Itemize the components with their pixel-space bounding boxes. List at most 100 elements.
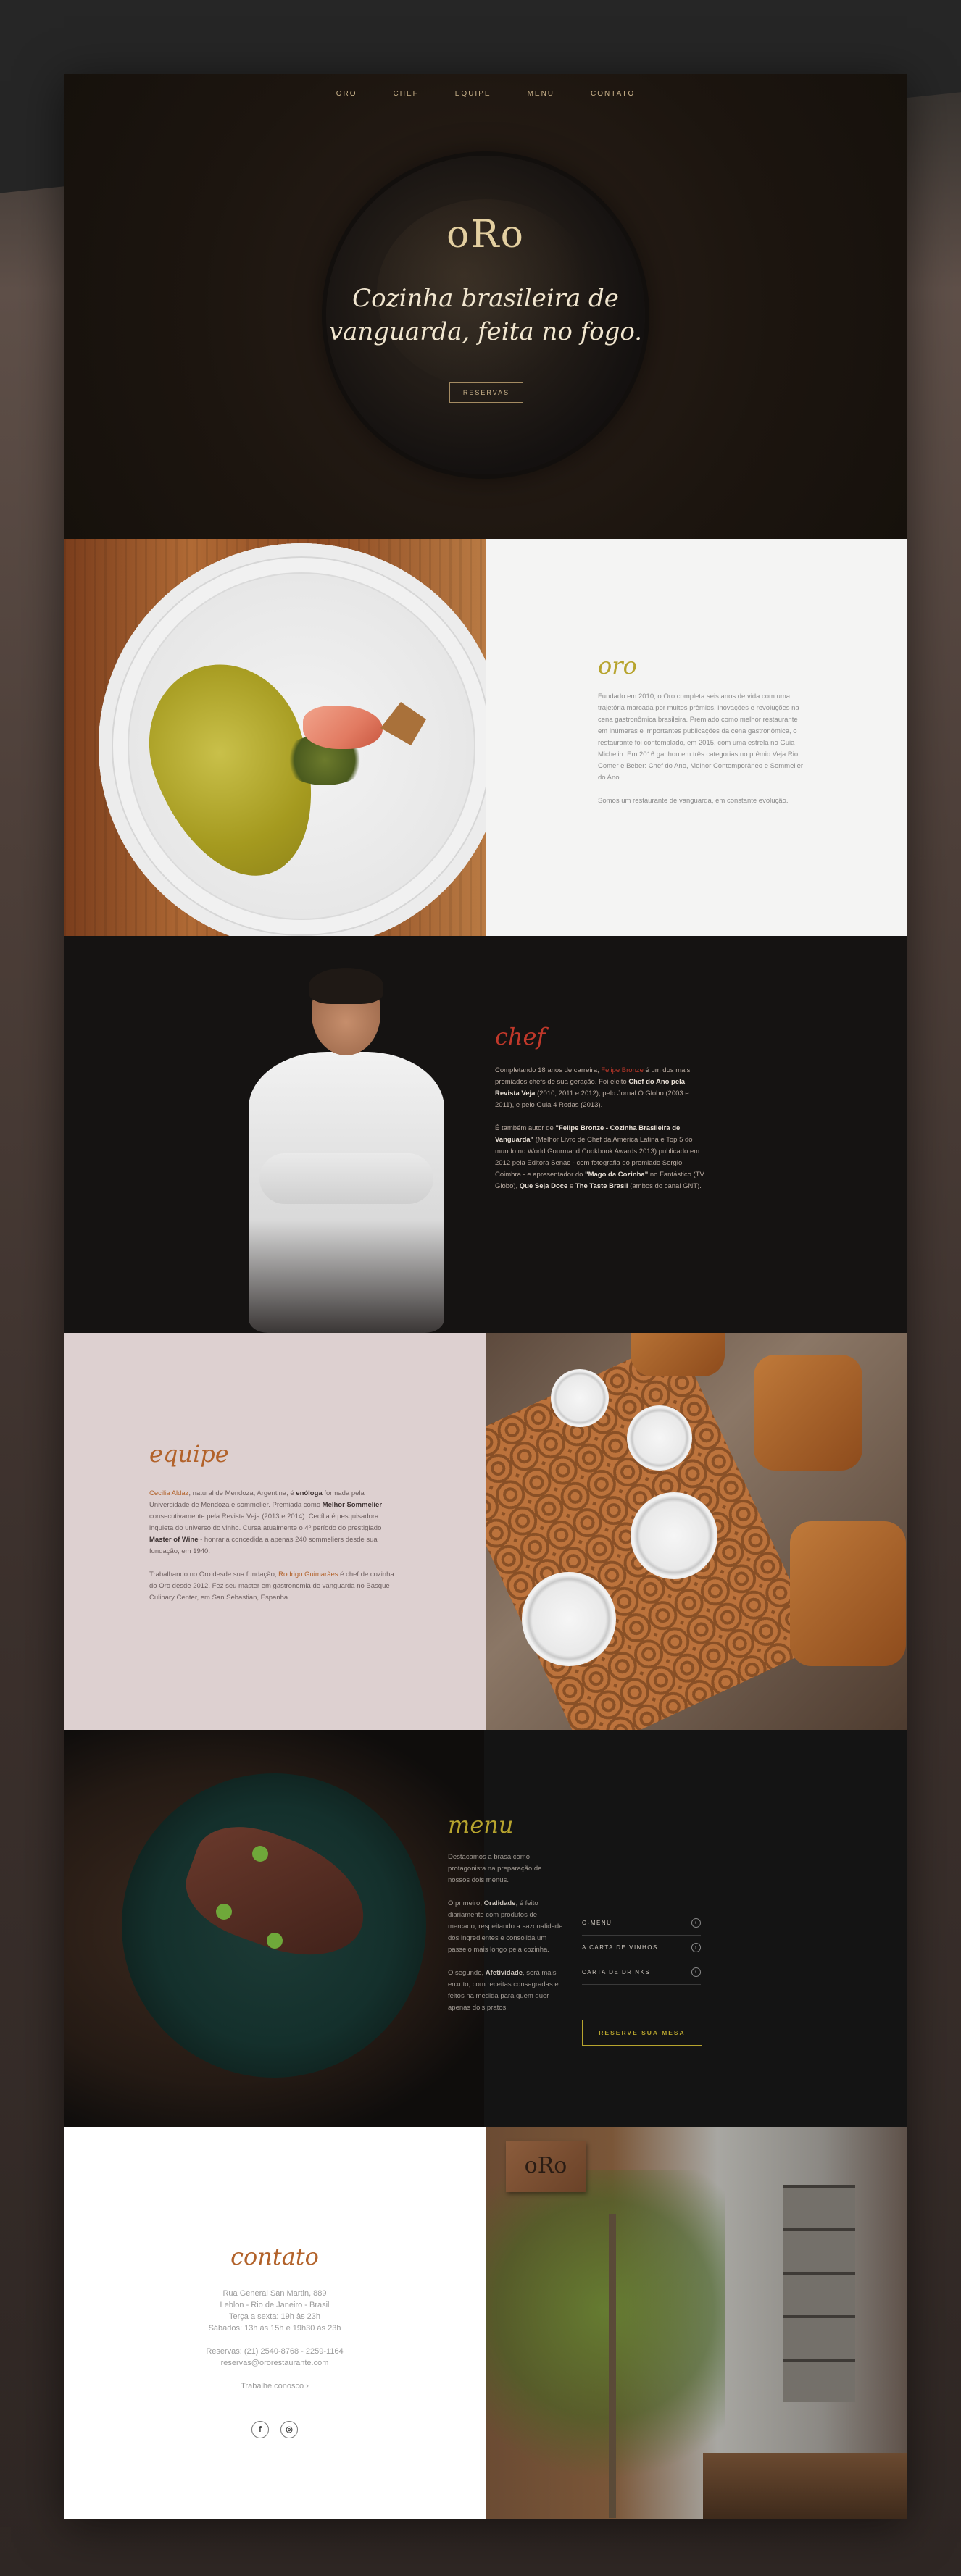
nav-chef[interactable]: CHEF xyxy=(394,90,419,98)
nav-menu[interactable]: MENU xyxy=(528,90,554,98)
text-bold: The Taste Brasil xyxy=(575,1182,628,1190)
drinks-list-link[interactable]: CARTA DE DRINKS › xyxy=(582,1960,701,1985)
menu-link-label: CARTA DE DRINKS xyxy=(582,1969,651,1975)
nav-equipe[interactable]: EQUIPE xyxy=(455,90,491,98)
text: É também autor de xyxy=(495,1124,556,1132)
text-bold: Oralidade xyxy=(483,1899,516,1907)
nav-contato[interactable]: CONTATO xyxy=(591,90,635,98)
dining-table-photo xyxy=(486,1333,907,1730)
text-bold: Master of Wine xyxy=(149,1536,199,1544)
leather-chair xyxy=(790,1521,906,1666)
oro-body: Fundado em 2010, o Oro completa seis ano… xyxy=(598,691,808,819)
text: (ambos do canal GNT). xyxy=(628,1182,702,1190)
equipe-section: equipe Cecilia Aldaz, natural de Mendoza… xyxy=(64,1333,907,1730)
text: O primeiro, xyxy=(448,1899,484,1907)
chef-hair xyxy=(309,968,383,1004)
table-plate xyxy=(631,1492,717,1579)
wooden-floor xyxy=(703,2453,907,2519)
leather-chair xyxy=(754,1355,862,1471)
arrow-circle-icon: › xyxy=(691,1918,701,1928)
chef-section: chef Completando 18 anos de carreira, Fe… xyxy=(64,936,907,1333)
email-link[interactable]: reservas@ororestaurante.com xyxy=(64,2357,486,2369)
tree-foliage xyxy=(486,2170,725,2519)
arrow-circle-icon: › xyxy=(691,1967,701,1977)
menu-dish-photo xyxy=(64,1730,484,2127)
o-menu-link[interactable]: O-MENU › xyxy=(582,1911,701,1936)
chef-title: chef xyxy=(495,1023,546,1050)
equipe-body: Cecilia Aldaz, natural de Mendoza, Argen… xyxy=(149,1488,403,1615)
facebook-icon[interactable]: f xyxy=(251,2421,269,2438)
text: Trabalhando no Oro desde sua fundação, xyxy=(149,1571,279,1578)
top-nav: ORO CHEF EQUIPE MENU CONTATO xyxy=(64,90,907,98)
chef-portrait xyxy=(238,968,455,1333)
chef-paragraph-1: Completando 18 anos de carreira, Felipe … xyxy=(495,1065,705,1111)
restaurant-entrance-photo: oRo xyxy=(486,2127,907,2519)
oro-paragraph-1: Fundado em 2010, o Oro completa seis ano… xyxy=(598,693,804,782)
equipe-text-panel: equipe Cecilia Aldaz, natural de Mendoza… xyxy=(64,1333,486,1730)
menu-link-label: A CARTA DE VINHOS xyxy=(582,1944,658,1951)
menu-paragraph-2: O primeiro, Oralidade, é feito diariamen… xyxy=(448,1898,564,1956)
website-mockup: ORO CHEF EQUIPE MENU CONTATO oRo Cozinha… xyxy=(64,74,907,2519)
restaurant-sign: oRo xyxy=(506,2141,586,2192)
menu-link-label: O-MENU xyxy=(582,1920,612,1926)
hero-tagline: Cozinha brasileira de vanguarda, feita n… xyxy=(64,282,907,348)
sign-logo: oRo xyxy=(524,2153,567,2178)
table-plate xyxy=(551,1369,609,1427)
text-bold: Afetividade xyxy=(485,1969,523,1977)
nav-oro[interactable]: ORO xyxy=(336,90,357,98)
chef-body: Completando 18 anos de carreira, Felipe … xyxy=(495,1065,705,1204)
wine-list-link[interactable]: A CARTA DE VINHOS › xyxy=(582,1936,701,1960)
hero-logo: oRo xyxy=(446,213,525,256)
oro-dish-photo xyxy=(64,539,486,936)
text: Completando 18 anos de carreira, xyxy=(495,1066,602,1074)
work-with-us-link[interactable]: Trabalhe conosco › xyxy=(64,2380,486,2392)
text-bold: Melhor Sommelier xyxy=(322,1501,383,1509)
oro-section: oro Fundado em 2010, o Oro completa seis… xyxy=(64,539,907,936)
text-bold: Que Seja Doce xyxy=(519,1182,568,1190)
reserve-table-button[interactable]: RESERVE SUA MESA xyxy=(582,2020,702,2046)
text: e xyxy=(567,1182,575,1190)
pea-garnish xyxy=(216,1904,232,1920)
equipe-paragraph-1: Cecilia Aldaz, natural de Mendoza, Argen… xyxy=(149,1488,403,1557)
oro-paragraph-2: Somos um restaurante de vanguarda, em co… xyxy=(598,797,789,805)
tagline-line-1: Cozinha brasileira de xyxy=(352,284,619,313)
chef-arms xyxy=(259,1153,433,1204)
hours-line-2: Sábados: 13h às 15h e 19h30 às 23h xyxy=(208,2324,341,2333)
menu-title: menu xyxy=(448,1811,514,1839)
contact-details: Rua General San Martin, 889 Leblon - Rio… xyxy=(64,2288,486,2392)
tagline-line-2: vanguarda, feita no fogo. xyxy=(328,317,643,346)
chef-paragraph-2: É também autor de "Felipe Bronze - Cozin… xyxy=(495,1123,705,1192)
menu-links-list: O-MENU › A CARTA DE VINHOS › CARTA DE DRIN… xyxy=(582,1911,701,1985)
equipe-title: equipe xyxy=(149,1440,229,1468)
sommelier-name-link[interactable]: Cecilia Aldaz xyxy=(149,1489,188,1497)
contato-text-panel: contato Rua General San Martin, 889 Lebl… xyxy=(64,2127,486,2519)
table-plate xyxy=(627,1405,692,1471)
contato-section: contato Rua General San Martin, 889 Lebl… xyxy=(64,2127,907,2519)
table-plate xyxy=(522,1572,616,1666)
phone: Reservas: (21) 2540-8768 - 2259-1164 xyxy=(206,2347,344,2356)
text: consecutivamente pela Revista Veja (2013… xyxy=(149,1513,382,1532)
address-line-1: Rua General San Martin, 889 xyxy=(222,2289,327,2298)
instagram-icon[interactable]: ◎ xyxy=(280,2421,298,2438)
contato-title: contato xyxy=(230,2243,319,2270)
pea-garnish xyxy=(267,1933,283,1949)
menu-body: Destacamos a brasa como protagonista na … xyxy=(448,1852,564,2025)
bar-shelf xyxy=(783,2185,855,2402)
tree-trunk xyxy=(609,2214,616,2518)
address-line-2: Leblon - Rio de Janeiro - Brasil xyxy=(220,2301,330,2309)
equipe-paragraph-2: Trabalhando no Oro desde sua fundação, R… xyxy=(149,1569,403,1604)
reservas-button[interactable]: RESERVAS xyxy=(449,382,523,403)
text: O segundo, xyxy=(448,1969,486,1977)
menu-paragraph-1: Destacamos a brasa como protagonista na … xyxy=(448,1853,542,1884)
menu-section: menu Destacamos a brasa como protagonist… xyxy=(64,1730,907,2127)
oro-title: oro xyxy=(598,652,637,679)
cook-name-link[interactable]: Rodrigo Guimarães xyxy=(278,1571,338,1578)
oro-text-panel: oro Fundado em 2010, o Oro completa seis… xyxy=(486,539,907,936)
text: , natural de Mendoza, Argentina, é xyxy=(188,1489,296,1497)
hours-line-1: Terça a sexta: 19h às 23h xyxy=(229,2312,320,2321)
chef-name-link[interactable]: Felipe Bronze xyxy=(601,1066,644,1074)
text-bold: enóloga xyxy=(296,1489,323,1497)
pea-garnish xyxy=(252,1846,268,1862)
leather-chair xyxy=(631,1333,725,1376)
hero-section: ORO CHEF EQUIPE MENU CONTATO oRo Cozinha… xyxy=(64,74,907,539)
